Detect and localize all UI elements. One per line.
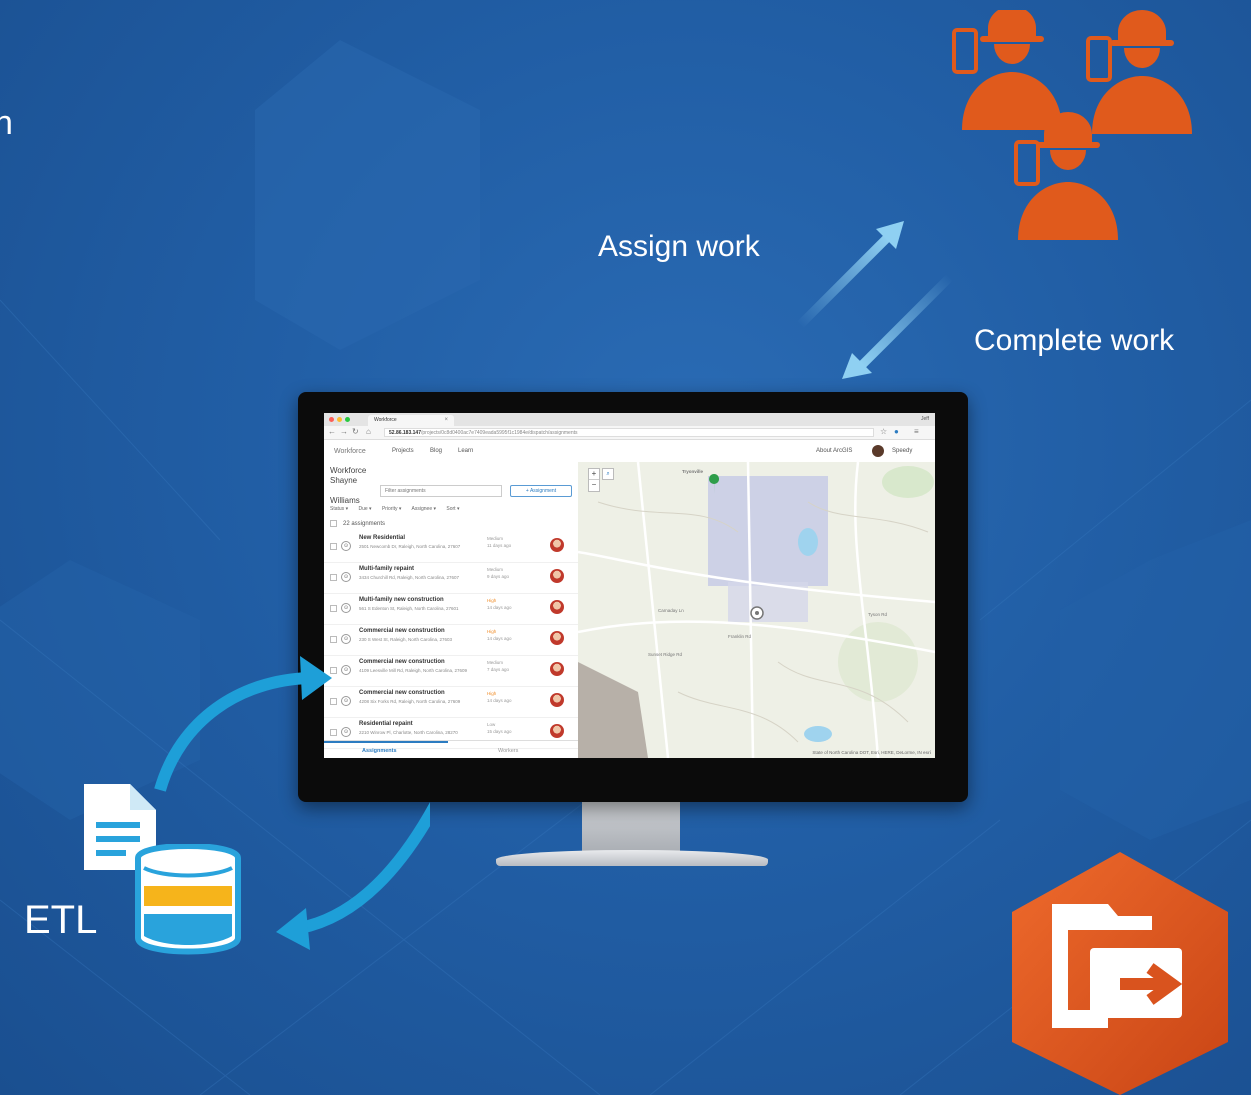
- assignment-title: Commercial new construction: [359, 628, 445, 634]
- app-brand[interactable]: Workforce: [334, 448, 366, 455]
- map-basemap: [578, 462, 935, 758]
- project-subtitle-2: Williams: [330, 496, 360, 505]
- status-filter[interactable]: Status ▾: [330, 506, 348, 512]
- browser-tab-title: Workforce: [374, 417, 397, 423]
- map-label: Tryonville: [682, 469, 704, 474]
- browser-menu-icon[interactable]: ≡: [914, 427, 919, 436]
- assignment-due: 7 days ago: [487, 667, 510, 672]
- assignment-priority: Medium: [487, 567, 504, 572]
- assignee-avatar: [550, 600, 564, 614]
- extension-icon[interactable]: ●: [894, 427, 899, 436]
- assignment-title: New Residential: [359, 535, 406, 541]
- assignment-due: 14 days ago: [487, 636, 512, 641]
- assignee-avatar: [550, 569, 564, 583]
- map-view[interactable]: + − ⌕ Tryonville Carnaday Ln Franklin Rd…: [578, 462, 935, 758]
- row-checkbox[interactable]: [330, 605, 337, 612]
- assignee-avatar: [550, 693, 564, 707]
- close-window-icon[interactable]: [329, 417, 334, 422]
- assignment-due: 14 days ago: [487, 698, 512, 703]
- map-label: Franklin Rd: [728, 634, 752, 639]
- assignment-row[interactable]: ⊙ New Residential 2501 Newcomb Dr, Raleigh…: [324, 532, 578, 563]
- assignment-count: 22 assignments: [330, 520, 385, 527]
- map-attribution: State of North Carolina DOT, Esri, HERE,…: [812, 750, 931, 755]
- assignment-title: Multi-family new construction: [359, 597, 444, 603]
- zoom-in-button[interactable]: +: [589, 469, 599, 480]
- etl-caption: ETL: [24, 898, 98, 942]
- assignee-avatar: [550, 538, 564, 552]
- assignment-priority: High: [487, 691, 497, 696]
- assignee-filter[interactable]: Assignee ▾: [412, 506, 436, 512]
- reload-icon[interactable]: ↻: [352, 427, 359, 436]
- project-subtitle: Shayne: [330, 476, 358, 485]
- zoom-control: + −: [588, 468, 600, 492]
- user-name[interactable]: Speedy: [892, 448, 912, 454]
- map-label: Carnaday Ln: [658, 608, 684, 613]
- app-header: Workforce Projects Blog Learn About ArcG…: [324, 440, 935, 463]
- monitor-stand-base: [496, 850, 768, 866]
- status-icon: ⊙: [341, 541, 351, 551]
- nav-projects[interactable]: Projects: [392, 448, 414, 454]
- select-all-checkbox[interactable]: [330, 520, 337, 527]
- forward-icon[interactable]: →: [340, 427, 348, 436]
- nav-blog[interactable]: Blog: [430, 448, 442, 454]
- assignment-row[interactable]: ⊙ Multi-family repaint 3434 Churchill Rd, …: [324, 563, 578, 594]
- assignment-priority: High: [487, 629, 497, 634]
- browser-tabbar: Workforce × Jeff: [324, 413, 935, 426]
- assignment-due: 15 days ago: [487, 729, 512, 734]
- assignment-due: 9 days ago: [487, 574, 510, 579]
- url-input[interactable]: 52.86.183.147/projects/0c8d0400ac7e7409e…: [384, 428, 874, 437]
- tab-workers[interactable]: Workers: [498, 748, 518, 754]
- sort-filter[interactable]: Sort ▾: [446, 506, 459, 512]
- browser-address-bar: ← → ↻ ⌂ 52.86.183.147/projects/0c8d0400a…: [324, 426, 935, 440]
- assign-complete-arrows: [796, 221, 954, 379]
- map-search-icon[interactable]: ⌕: [602, 468, 614, 480]
- cutoff-text: n: [0, 104, 13, 142]
- project-title: Workforce: [330, 466, 367, 475]
- assignee-avatar: [550, 724, 564, 738]
- assignment-row[interactable]: ⊙ Multi-family new construction 561 S Eden…: [324, 594, 578, 625]
- assignment-due: 14 days ago: [487, 605, 512, 610]
- browser-tab[interactable]: Workforce ×: [368, 415, 454, 426]
- assign-work-caption: Assign work: [598, 230, 760, 263]
- field-workers-icon: [952, 10, 1192, 240]
- map-label: Sunset Ridge Rd: [648, 652, 683, 657]
- close-tab-icon[interactable]: ×: [444, 415, 448, 426]
- monitor-stand-neck: [582, 802, 680, 854]
- assignment-address: 2501 Newcomb Dr, Raleigh, North Carolina…: [359, 544, 461, 549]
- home-icon[interactable]: ⌂: [366, 427, 371, 436]
- map-label: Tyson Rd: [868, 612, 888, 617]
- filter-assignments-input[interactable]: [380, 485, 502, 497]
- complete-work-caption: Complete work: [974, 324, 1175, 357]
- assignment-address: 561 S Edenton St, Raleigh, North Carolin…: [359, 606, 459, 611]
- status-icon: ⊙: [341, 572, 351, 582]
- assignment-priority: Medium: [487, 536, 504, 541]
- nav-learn[interactable]: Learn: [458, 448, 473, 454]
- assignment-due: 11 days ago: [487, 543, 512, 548]
- status-icon: ⊙: [341, 603, 351, 613]
- zoom-out-button[interactable]: −: [589, 480, 599, 490]
- filter-bar: Status ▾ Due ▾ Priority ▾ Assignee ▾ Sor…: [330, 506, 468, 512]
- priority-filter[interactable]: Priority ▾: [382, 506, 401, 512]
- assignee-avatar: [550, 662, 564, 676]
- assignment-title: Multi-family repaint: [359, 566, 415, 572]
- assignment-priority: Low: [487, 722, 496, 727]
- maximize-window-icon[interactable]: [345, 417, 350, 422]
- back-icon[interactable]: ←: [328, 427, 336, 436]
- row-checkbox[interactable]: [330, 574, 337, 581]
- row-checkbox[interactable]: [330, 543, 337, 550]
- about-arcgis-link[interactable]: About ArcGIS: [816, 448, 852, 454]
- add-assignment-button[interactable]: + Assignment: [510, 485, 572, 497]
- browser-profile[interactable]: Jeff: [921, 416, 929, 422]
- minimize-window-icon[interactable]: [337, 417, 342, 422]
- assignee-avatar: [550, 631, 564, 645]
- due-filter[interactable]: Due ▾: [358, 506, 371, 512]
- user-avatar[interactable]: [872, 445, 884, 457]
- assignment-priority: High: [487, 598, 497, 603]
- workforce-app-icon: [1012, 852, 1228, 1095]
- assignment-address: 3434 Churchill Rd, Raleigh, North Caroli…: [359, 575, 460, 580]
- bookmark-star-icon[interactable]: ☆: [880, 427, 887, 436]
- database-icon: [135, 844, 241, 955]
- assignment-priority: Medium: [487, 660, 504, 665]
